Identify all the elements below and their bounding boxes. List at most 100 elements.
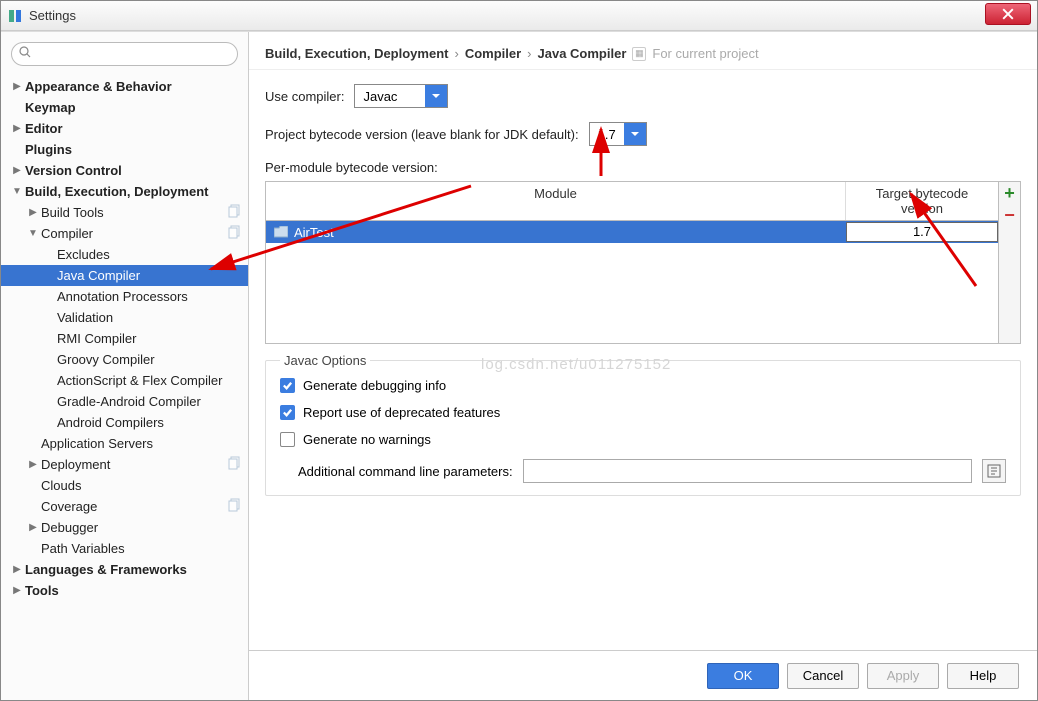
sidebar-item-java-compiler[interactable]: Java Compiler (1, 265, 248, 286)
crumb-sep: › (454, 46, 458, 61)
copy-icon (228, 204, 248, 221)
sidebar-item-keymap[interactable]: Keymap (1, 97, 248, 118)
sidebar-item-label: Appearance & Behavior (25, 79, 248, 94)
sidebar-item-label: Application Servers (41, 436, 248, 451)
sidebar-item-excludes[interactable]: Excludes (1, 244, 248, 265)
javac-options-group: Javac Options Generate debugging info Re… (265, 360, 1021, 496)
close-button[interactable] (985, 3, 1031, 25)
sidebar-item-label: Groovy Compiler (57, 352, 248, 367)
target-version-cell[interactable]: 1.7 (846, 222, 998, 242)
folder-icon (274, 226, 288, 238)
tree-arrow-icon: ▶ (27, 207, 39, 218)
apply-button[interactable]: Apply (867, 663, 939, 689)
sidebar-item-coverage[interactable]: Coverage (1, 496, 248, 517)
settings-window: Settings ▶Appearance & BehaviorKeymap▶Ed… (0, 0, 1038, 701)
tree-arrow-icon: ▶ (11, 585, 23, 596)
sidebar-item-label: Debugger (41, 520, 248, 535)
window-title: Settings (29, 8, 76, 23)
tree-arrow-icon: ▶ (27, 459, 39, 470)
sidebar-item-label: Android Compilers (57, 415, 248, 430)
use-compiler-label: Use compiler: (265, 89, 344, 104)
remove-row-button[interactable]: − (999, 204, 1020, 226)
sidebar-item-label: Gradle-Android Compiler (57, 394, 248, 409)
app-icon (7, 8, 23, 24)
sidebar-item-annotation-processors[interactable]: Annotation Processors (1, 286, 248, 307)
additional-params-input[interactable] (523, 459, 972, 483)
tree-arrow-icon: ▶ (11, 123, 23, 134)
tree-arrow-icon: ▶ (11, 165, 23, 176)
crumb-build[interactable]: Build, Execution, Deployment (265, 46, 448, 61)
sidebar-item-gradle-android-compiler[interactable]: Gradle-Android Compiler (1, 391, 248, 412)
crumb-java-compiler[interactable]: Java Compiler (538, 46, 627, 61)
sidebar-item-plugins[interactable]: Plugins (1, 139, 248, 160)
copy-icon (228, 456, 248, 473)
sidebar-item-validation[interactable]: Validation (1, 307, 248, 328)
sidebar-item-label: Build Tools (41, 205, 228, 220)
cancel-button[interactable]: Cancel (787, 663, 859, 689)
sidebar-item-version-control[interactable]: ▶Version Control (1, 160, 248, 181)
tree-arrow-icon: ▶ (11, 564, 23, 575)
sidebar-item-label: Editor (25, 121, 248, 136)
chevron-down-icon (624, 123, 646, 145)
search-icon (19, 46, 31, 61)
sidebar-item-label: Path Variables (41, 541, 248, 556)
table-row[interactable]: AirTest 1.7 (266, 221, 998, 243)
crumb-compiler[interactable]: Compiler (465, 46, 521, 61)
sidebar-item-debugger[interactable]: ▶Debugger (1, 517, 248, 538)
sidebar-item-label: Compiler (41, 226, 228, 241)
tree-arrow-icon: ▶ (27, 522, 39, 533)
sidebar-item-build-tools[interactable]: ▶Build Tools (1, 202, 248, 223)
checkbox-deprecated[interactable] (280, 405, 295, 420)
settings-tree[interactable]: ▶Appearance & BehaviorKeymap▶EditorPlugi… (1, 72, 248, 700)
javac-options-legend: Javac Options (280, 353, 370, 368)
sidebar-item-tools[interactable]: ▶Tools (1, 580, 248, 601)
col-module[interactable]: Module (266, 182, 846, 220)
sidebar-item-label: Coverage (41, 499, 228, 514)
label-deprecated: Report use of deprecated features (303, 405, 500, 420)
search-input[interactable] (11, 42, 238, 66)
project-scope-icon: ▦ (632, 47, 646, 61)
sidebar-item-label: Java Compiler (57, 268, 248, 283)
tree-arrow-icon: ▶ (11, 81, 23, 92)
ok-button[interactable]: OK (707, 663, 779, 689)
sidebar-item-editor[interactable]: ▶Editor (1, 118, 248, 139)
chevron-down-icon (425, 85, 447, 107)
sidebar-item-deployment[interactable]: ▶Deployment (1, 454, 248, 475)
copy-icon (228, 498, 248, 515)
copy-icon (228, 225, 248, 242)
bytecode-version-label: Project bytecode version (leave blank fo… (265, 127, 579, 142)
col-target[interactable]: Target bytecode version (846, 182, 998, 220)
expand-icon (987, 464, 1001, 478)
sidebar-item-label: Validation (57, 310, 248, 325)
use-compiler-dropdown[interactable]: Javac (354, 84, 448, 108)
bytecode-table: Module Target bytecode version AirTest 1 (265, 181, 1021, 344)
sidebar-item-actionscript-flex-compiler[interactable]: ActionScript & Flex Compiler (1, 370, 248, 391)
sidebar-item-languages-frameworks[interactable]: ▶Languages & Frameworks (1, 559, 248, 580)
dialog-footer: OK Cancel Apply Help (249, 650, 1037, 700)
help-button[interactable]: Help (947, 663, 1019, 689)
titlebar: Settings (1, 1, 1037, 31)
bytecode-version-dropdown[interactable]: 1.7 (589, 122, 647, 146)
checkbox-no-warnings[interactable] (280, 432, 295, 447)
sidebar-item-groovy-compiler[interactable]: Groovy Compiler (1, 349, 248, 370)
sidebar-item-appearance-behavior[interactable]: ▶Appearance & Behavior (1, 76, 248, 97)
use-compiler-value: Javac (355, 89, 425, 104)
sidebar-item-rmi-compiler[interactable]: RMI Compiler (1, 328, 248, 349)
sidebar-item-label: Plugins (25, 142, 248, 157)
sidebar: ▶Appearance & BehaviorKeymap▶EditorPlugi… (1, 32, 249, 700)
additional-params-label: Additional command line parameters: (298, 464, 513, 479)
checkbox-debug-info[interactable] (280, 378, 295, 393)
sidebar-item-label: Version Control (25, 163, 248, 178)
main-panel: Build, Execution, Deployment › Compiler … (249, 32, 1037, 700)
sidebar-item-application-servers[interactable]: Application Servers (1, 433, 248, 454)
per-module-label: Per-module bytecode version: (265, 160, 1021, 175)
expand-params-button[interactable] (982, 459, 1006, 483)
sidebar-item-clouds[interactable]: Clouds (1, 475, 248, 496)
sidebar-item-build-execution-deployment[interactable]: ▼Build, Execution, Deployment (1, 181, 248, 202)
sidebar-item-compiler[interactable]: ▼Compiler (1, 223, 248, 244)
sidebar-item-label: RMI Compiler (57, 331, 248, 346)
sidebar-item-path-variables[interactable]: Path Variables (1, 538, 248, 559)
sidebar-item-android-compilers[interactable]: Android Compilers (1, 412, 248, 433)
scope-label: For current project (652, 46, 758, 61)
add-row-button[interactable]: + (999, 182, 1020, 204)
